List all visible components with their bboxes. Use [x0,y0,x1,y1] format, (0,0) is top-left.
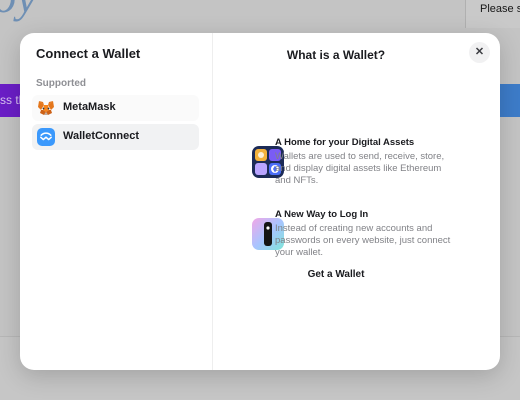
close-icon: ✕ [474,46,485,58]
wallet-option-metamask[interactable]: MetaMask [32,95,199,121]
connect-wallet-modal: Connect a Wallet Supported MetaMask Wall… [20,33,500,370]
metamask-fox-icon [37,99,55,117]
wallet-label-metamask: MetaMask [63,101,116,113]
feature-title-login: A New Way to Log In [275,209,369,220]
background-notice-text: Please se [480,3,520,15]
wallet-label-walletconnect: WalletConnect [63,130,139,142]
supported-section-label: Supported [36,78,86,89]
info-title: What is a Wallet? [286,48,386,62]
feature-desc-login: Instead of creating new accounts and pas… [275,223,451,258]
wallet-list-panel: Connect a Wallet Supported MetaMask Wall… [20,33,213,370]
close-button[interactable]: ✕ [469,42,490,63]
modal-title: Connect a Wallet [36,46,141,61]
wallet-option-walletconnect[interactable]: WalletConnect [32,124,199,150]
background-logo: oy [0,0,38,23]
feature-desc-assets: Wallets are used to send, receive, store… [275,151,445,186]
get-a-wallet-button[interactable]: Get a Wallet [298,265,374,285]
walletconnect-icon [37,128,55,146]
feature-title-assets: A Home for your Digital Assets [275,137,415,148]
